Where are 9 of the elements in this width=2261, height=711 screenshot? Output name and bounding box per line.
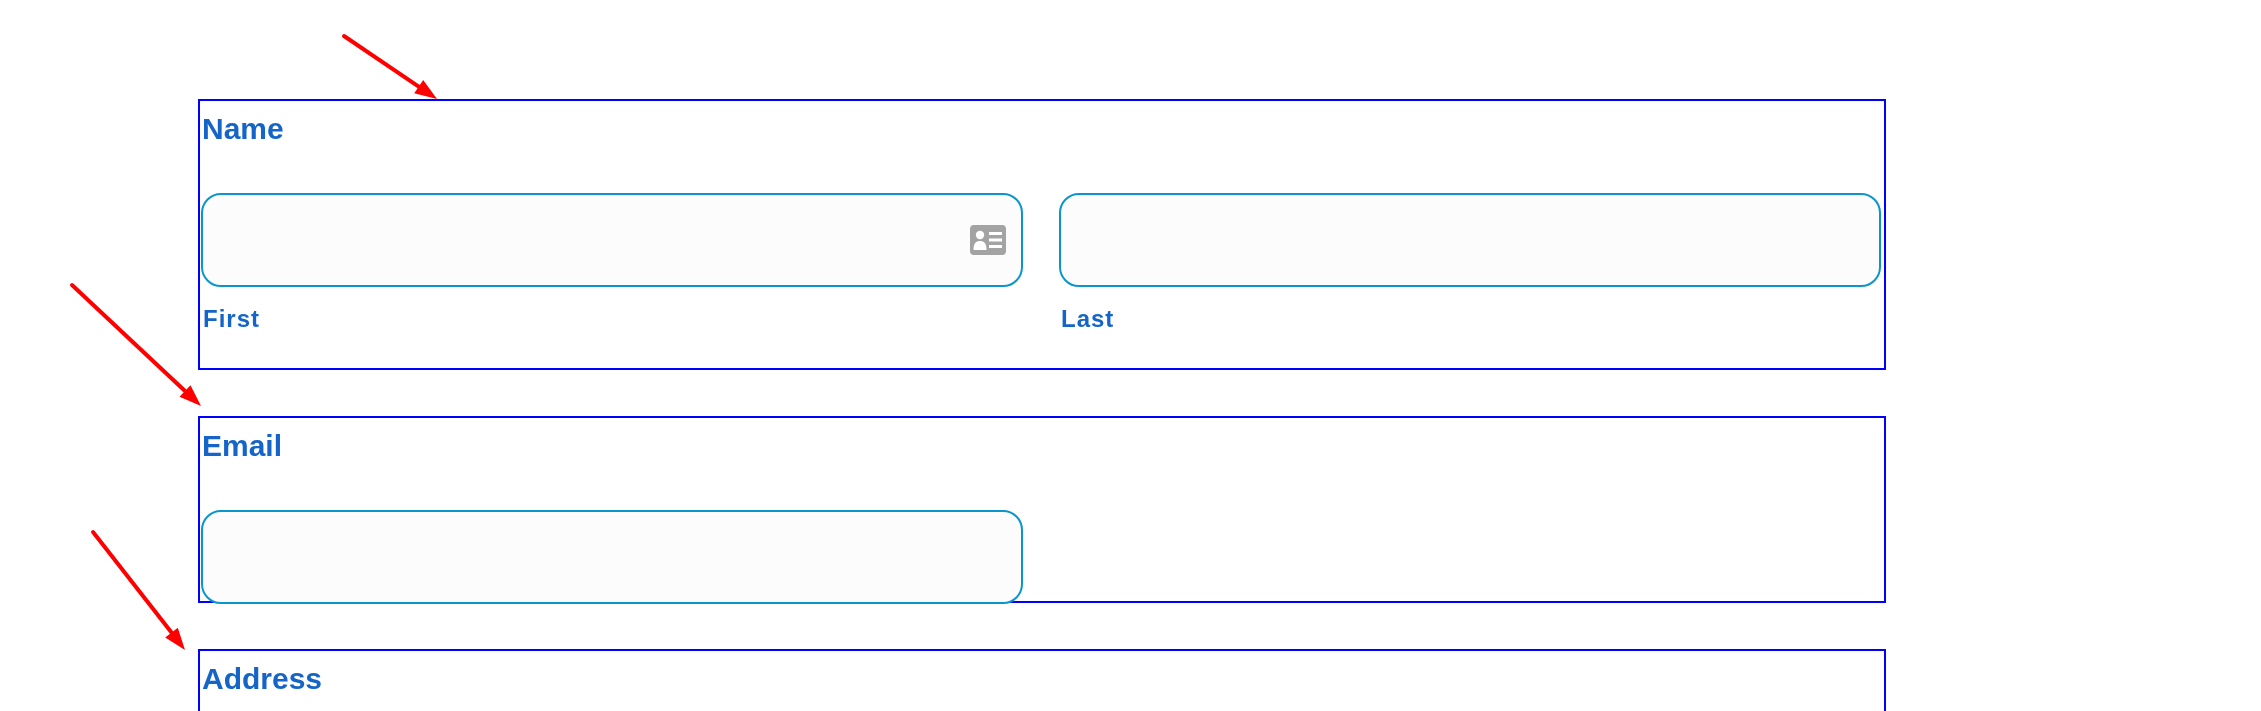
text-input-field[interactable]: [201, 510, 1023, 604]
section-label: Email: [201, 428, 283, 464]
text-input-field[interactable]: [201, 193, 1023, 287]
section-label: Name: [201, 111, 284, 147]
section-label: Address: [201, 661, 323, 697]
contact-card-icon[interactable]: [970, 225, 1006, 255]
field-caption: First: [202, 304, 260, 333]
field-caption: Last: [1060, 304, 1115, 333]
text-input-field[interactable]: [1059, 193, 1881, 287]
